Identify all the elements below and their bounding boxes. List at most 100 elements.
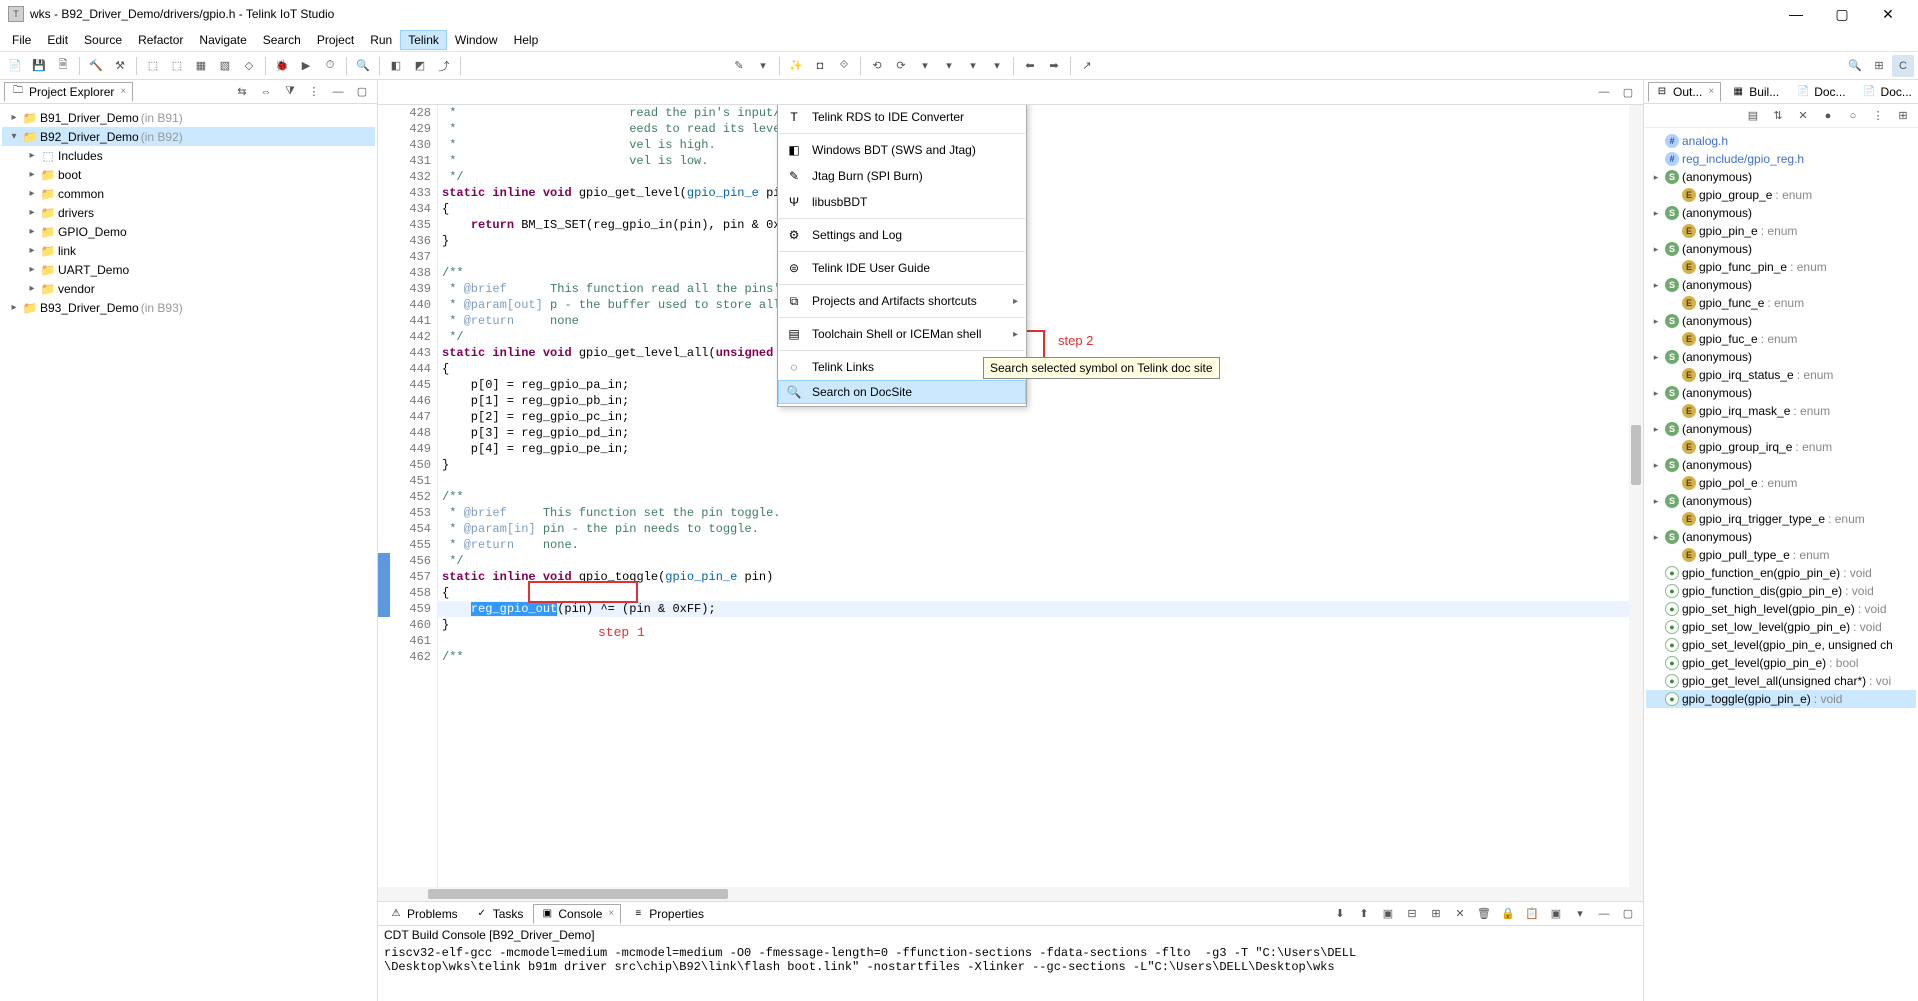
- close-icon[interactable]: ×: [1708, 86, 1714, 97]
- menu-item-windows-bdt-sws-and-jtag-[interactable]: ◧Windows BDT (SWS and Jtag): [778, 137, 1026, 163]
- outline-item[interactable]: ▸S (anonymous): [1646, 528, 1916, 546]
- outline-item[interactable]: E gpio_fuc_e : enum: [1646, 330, 1916, 348]
- outline-item[interactable]: E gpio_group_irq_e : enum: [1646, 438, 1916, 456]
- toolbar-icon[interactable]: ▤: [1742, 105, 1764, 127]
- toolbar-icon[interactable]: ▧: [214, 55, 236, 77]
- outline-item[interactable]: ▸S (anonymous): [1646, 204, 1916, 222]
- toolbar-icon[interactable]: ⬇: [1329, 903, 1351, 925]
- project-tree[interactable]: ▸📁B91_Driver_Demo (in B91)▾📁B92_Driver_D…: [0, 104, 377, 1001]
- tree-item[interactable]: ▸📁drivers: [2, 203, 375, 222]
- menu-edit[interactable]: Edit: [39, 30, 76, 50]
- maximize-icon[interactable]: ▢: [1617, 903, 1639, 925]
- outline-item[interactable]: ● gpio_function_dis(gpio_pin_e) : void: [1646, 582, 1916, 600]
- toolbar-icon[interactable]: ◇: [238, 55, 260, 77]
- editor-horizontal-scrollbar[interactable]: [378, 887, 1629, 901]
- outline-item[interactable]: # analog.h: [1646, 132, 1916, 150]
- build-button[interactable]: 🔨: [85, 55, 107, 77]
- build-tab[interactable]: ▦Buil...: [1724, 82, 1786, 102]
- build-all-button[interactable]: ⚒: [109, 55, 131, 77]
- toolbar-icon[interactable]: ◘: [809, 55, 831, 77]
- perspective-button[interactable]: ⊞: [1868, 55, 1890, 77]
- menu-source[interactable]: Source: [76, 30, 130, 50]
- toolbar-icon[interactable]: ✕: [1449, 903, 1471, 925]
- new-button[interactable]: 📄: [4, 55, 26, 77]
- tree-item[interactable]: ▸📁common: [2, 184, 375, 203]
- toolbar-icon[interactable]: ▾: [914, 55, 936, 77]
- toolbar-icon[interactable]: ▾: [938, 55, 960, 77]
- filter-icon[interactable]: ⧩: [279, 81, 301, 103]
- code-editor[interactable]: * read the pin's input/output level. * e…: [438, 105, 1643, 901]
- minimize-icon[interactable]: —: [1593, 903, 1615, 925]
- toolbar-icon[interactable]: ▣: [1377, 903, 1399, 925]
- outline-item[interactable]: ▸S (anonymous): [1646, 348, 1916, 366]
- outline-item[interactable]: ● gpio_toggle(gpio_pin_e) : void: [1646, 690, 1916, 708]
- outline-item[interactable]: E gpio_func_pin_e : enum: [1646, 258, 1916, 276]
- outline-item[interactable]: ● gpio_set_low_level(gpio_pin_e) : void: [1646, 618, 1916, 636]
- toolbar-icon[interactable]: 🔒: [1497, 903, 1519, 925]
- outline-item[interactable]: E gpio_irq_mask_e : enum: [1646, 402, 1916, 420]
- maximize-icon[interactable]: ▢: [1617, 81, 1639, 103]
- outline-item[interactable]: ▸S (anonymous): [1646, 384, 1916, 402]
- outline-item[interactable]: ▸S (anonymous): [1646, 420, 1916, 438]
- toolbar-icon[interactable]: ⬆: [1353, 903, 1375, 925]
- toolbar-icon[interactable]: 📋: [1521, 903, 1543, 925]
- toolbar-icon[interactable]: ⟐: [833, 55, 855, 77]
- toolbar-icon[interactable]: ●: [1817, 105, 1839, 127]
- menu-item-settings-and-log[interactable]: ⚙Settings and Log: [778, 222, 1026, 248]
- toolbar-icon[interactable]: ⋮: [1867, 105, 1889, 127]
- toolbar-icon[interactable]: ⊟: [1401, 903, 1423, 925]
- outline-item[interactable]: ● gpio_get_level_all(unsigned char*) : v…: [1646, 672, 1916, 690]
- outline-item[interactable]: ● gpio_set_high_level(gpio_pin_e) : void: [1646, 600, 1916, 618]
- minimize-icon[interactable]: —: [327, 81, 349, 103]
- outline-item[interactable]: E gpio_irq_status_e : enum: [1646, 366, 1916, 384]
- profile-button[interactable]: ⏱: [319, 55, 341, 77]
- doc-tab-2[interactable]: 📄Doc...: [1856, 82, 1918, 102]
- toolbar-icon[interactable]: 🗑: [1473, 903, 1495, 925]
- toolbar-icon[interactable]: ▣: [1545, 903, 1567, 925]
- outline-item[interactable]: E gpio_group_e : enum: [1646, 186, 1916, 204]
- toolbar-icon[interactable]: ◧: [385, 55, 407, 77]
- tree-item[interactable]: ▸📁boot: [2, 165, 375, 184]
- toolbar-icon[interactable]: ✨: [785, 55, 807, 77]
- outline-item[interactable]: ▸S (anonymous): [1646, 168, 1916, 186]
- outline-tab[interactable]: ⊟Out...×: [1648, 82, 1721, 102]
- outline-item[interactable]: E gpio_func_e : enum: [1646, 294, 1916, 312]
- tree-item[interactable]: ▸⬚Includes: [2, 146, 375, 165]
- menu-navigate[interactable]: Navigate: [191, 30, 254, 50]
- perspective-cc[interactable]: C: [1892, 55, 1914, 77]
- project-explorer-tab[interactable]: 🗀 Project Explorer ×: [4, 82, 133, 102]
- toolbar-icon[interactable]: ⊞: [1892, 105, 1914, 127]
- close-button[interactable]: ✕: [1866, 0, 1910, 28]
- menu-item-jtag-burn-spi-burn-[interactable]: ✎Jtag Burn (SPI Burn): [778, 163, 1026, 189]
- menu-telink[interactable]: Telink: [400, 30, 447, 50]
- outline-item[interactable]: ● gpio_get_level(gpio_pin_e) : bool: [1646, 654, 1916, 672]
- tree-item[interactable]: ▸📁UART_Demo: [2, 260, 375, 279]
- menu-item-projects-and-artifacts-shortcuts[interactable]: ⧉Projects and Artifacts shortcuts▸: [778, 288, 1026, 314]
- problems-tab[interactable]: ⚠Problems: [382, 904, 465, 924]
- outline-item[interactable]: E gpio_pin_e : enum: [1646, 222, 1916, 240]
- outline-item[interactable]: ▸S (anonymous): [1646, 456, 1916, 474]
- toolbar-icon[interactable]: ▾: [1569, 903, 1591, 925]
- maximize-icon[interactable]: ▢: [351, 81, 373, 103]
- toolbar-icon[interactable]: ✕: [1792, 105, 1814, 127]
- menu-item-toolchain-shell-or-iceman-shell[interactable]: ▤Toolchain Shell or ICEMan shell▸: [778, 321, 1026, 347]
- quick-access-button[interactable]: 🔍: [1844, 55, 1866, 77]
- run-button[interactable]: ▶: [295, 55, 317, 77]
- save-all-button[interactable]: 🗎: [52, 55, 74, 77]
- outline-item[interactable]: ● gpio_function_en(gpio_pin_e) : void: [1646, 564, 1916, 582]
- toolbar-icon[interactable]: ⤴: [433, 55, 455, 77]
- menu-search[interactable]: Search: [255, 30, 309, 50]
- outline-item[interactable]: ▸S (anonymous): [1646, 276, 1916, 294]
- close-icon[interactable]: ×: [120, 86, 126, 97]
- toolbar-icon[interactable]: ◩: [409, 55, 431, 77]
- toolbar-icon[interactable]: ⇅: [1767, 105, 1789, 127]
- save-button[interactable]: 💾: [28, 55, 50, 77]
- toolbar-icon[interactable]: ✎: [728, 55, 750, 77]
- toolbar-icon[interactable]: ○: [1842, 105, 1864, 127]
- outline-item[interactable]: ▸S (anonymous): [1646, 492, 1916, 510]
- console-output[interactable]: riscv32-elf-gcc -mcmodel=medium -mcmodel…: [378, 944, 1643, 1001]
- toolbar-icon[interactable]: ⟲: [866, 55, 888, 77]
- properties-tab[interactable]: ≡Properties: [624, 904, 711, 924]
- menu-item-telink-rds-to-ide-converter[interactable]: TTelink RDS to IDE Converter: [778, 104, 1026, 130]
- editor-vertical-scrollbar[interactable]: [1629, 105, 1643, 901]
